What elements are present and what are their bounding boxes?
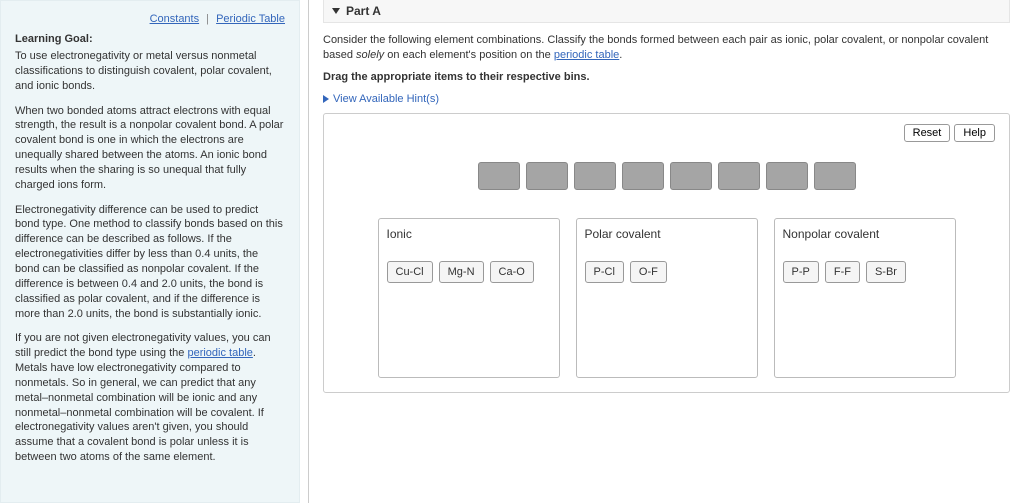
instruction-text-2: Drag the appropriate items to their resp… <box>323 70 1010 85</box>
learning-goal-label: Learning Goal: <box>15 33 285 45</box>
constants-link[interactable]: Constants <box>150 13 200 25</box>
bin-title: Nonpolar covalent <box>783 227 947 241</box>
reset-button[interactable]: Reset <box>904 124 951 142</box>
bin-items: Cu-Cl Mg-N Ca-O <box>387 261 551 283</box>
periodic-table-link-instr[interactable]: periodic table <box>554 49 619 61</box>
help-button[interactable]: Help <box>954 124 995 142</box>
periodic-table-link-inline[interactable]: periodic table <box>187 347 252 359</box>
main-content: Part A Consider the following element co… <box>309 0 1024 503</box>
pool-item[interactable] <box>670 162 712 190</box>
bin-title: Ionic <box>387 227 551 241</box>
lg-p4-b: . Metals have low electronegativity comp… <box>15 347 264 463</box>
part-header[interactable]: Part A <box>323 0 1010 23</box>
bin-item[interactable]: O-F <box>630 261 667 283</box>
pool-item[interactable] <box>574 162 616 190</box>
caret-down-icon <box>332 8 340 14</box>
pool-item[interactable] <box>718 162 760 190</box>
item-pool <box>338 162 995 190</box>
pool-item[interactable] <box>526 162 568 190</box>
hints-label: View Available Hint(s) <box>333 93 439 105</box>
bin-item[interactable]: P-Cl <box>585 261 624 283</box>
bin-items: P-Cl O-F <box>585 261 749 283</box>
learning-goal-p4: If you are not given electronegativity v… <box>15 331 285 465</box>
bins-row: Ionic Cu-Cl Mg-N Ca-O Polar covalent P-Cl O-F N… <box>338 218 995 378</box>
learning-goal-p1: To use electronegativity or metal versus… <box>15 49 285 94</box>
link-separator: | <box>206 13 209 25</box>
pool-item[interactable] <box>478 162 520 190</box>
part-title: Part A <box>346 4 381 18</box>
bin-item[interactable]: Mg-N <box>439 261 484 283</box>
bin-item[interactable]: Ca-O <box>490 261 534 283</box>
instr1-c: . <box>619 49 622 61</box>
bin-item[interactable]: S-Br <box>866 261 906 283</box>
bin-title: Polar covalent <box>585 227 749 241</box>
caret-right-icon <box>323 95 329 103</box>
work-area-controls: Reset Help <box>338 124 995 142</box>
bin[interactable]: Nonpolar covalent P-P F-F S-Br <box>774 218 956 378</box>
bin-item[interactable]: Cu-Cl <box>387 261 433 283</box>
pool-item[interactable] <box>622 162 664 190</box>
instruction-text-1: Consider the following element combinati… <box>323 33 1010 64</box>
bin-items: P-P F-F S-Br <box>783 261 947 283</box>
bin[interactable]: Ionic Cu-Cl Mg-N Ca-O <box>378 218 560 378</box>
bin-item[interactable]: F-F <box>825 261 860 283</box>
view-hints-link[interactable]: View Available Hint(s) <box>323 93 1010 105</box>
instr1-b: on each element's position on the <box>384 49 554 61</box>
learning-goal-p2: When two bonded atoms attract electrons … <box>15 104 285 193</box>
periodic-table-link[interactable]: Periodic Table <box>216 13 285 25</box>
bin[interactable]: Polar covalent P-Cl O-F <box>576 218 758 378</box>
bin-item[interactable]: P-P <box>783 261 819 283</box>
sidebar-top-links: Constants | Periodic Table <box>15 13 285 25</box>
work-area: Reset Help Ionic Cu-Cl Mg-N Ca-O Polar coval… <box>323 113 1010 393</box>
pool-item[interactable] <box>814 162 856 190</box>
pool-item[interactable] <box>766 162 808 190</box>
learning-goal-p3: Electronegativity difference can be used… <box>15 203 285 322</box>
instr1-italic: solely <box>356 49 384 61</box>
sidebar: Constants | Periodic Table Learning Goal… <box>0 0 300 503</box>
